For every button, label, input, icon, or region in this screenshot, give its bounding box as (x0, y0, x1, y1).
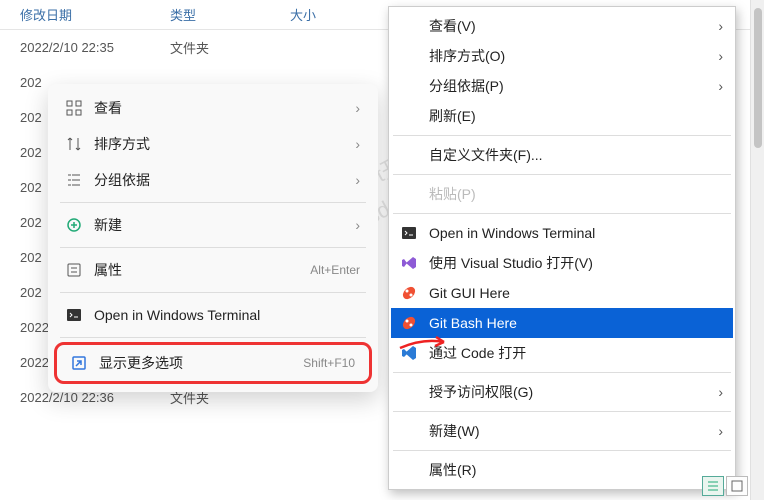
vertical-scrollbar[interactable] (750, 0, 764, 500)
chevron-right-icon: › (355, 136, 360, 152)
separator (393, 213, 731, 214)
menu-open-terminal[interactable]: Open in Windows Terminal (52, 297, 374, 333)
separator (60, 337, 366, 338)
menu-paste: 粘贴(P) (391, 179, 733, 209)
menu-vs-open[interactable]: 使用 Visual Studio 打开(V) (391, 248, 733, 278)
context-menu-classic: 查看(V)› 排序方式(O)› 分组依据(P)› 刷新(E) 自定义文件夹(F)… (388, 6, 736, 490)
menu-show-more[interactable]: 显示更多选项 Shift+F10 (57, 345, 369, 381)
sort-icon (66, 136, 94, 152)
separator (60, 247, 366, 248)
menu-view[interactable]: 查看 › (52, 90, 374, 126)
plus-icon (66, 217, 94, 233)
menu-label: 新建 (94, 215, 355, 235)
menu-properties[interactable]: 属性 Alt+Enter (52, 252, 374, 288)
menu-git-bash[interactable]: Git Bash Here (391, 308, 733, 338)
separator (393, 450, 731, 451)
separator (60, 202, 366, 203)
menu-label: 显示更多选项 (99, 353, 303, 373)
separator (393, 411, 731, 412)
git-icon (401, 285, 429, 301)
separator (393, 135, 731, 136)
chevron-right-icon: › (718, 423, 723, 439)
separator (393, 372, 731, 373)
details-view-button[interactable] (702, 476, 724, 496)
menu-label: 排序方式 (94, 134, 355, 154)
menu-sort[interactable]: 排序方式(O)› (391, 41, 733, 71)
chevron-right-icon: › (718, 384, 723, 400)
chevron-right-icon: › (718, 78, 723, 94)
menu-properties[interactable]: 属性(R) (391, 455, 733, 485)
menu-code-open[interactable]: 通过 Code 打开 (391, 338, 733, 368)
menu-git-gui[interactable]: Git GUI Here (391, 278, 733, 308)
grid-icon (66, 100, 94, 116)
menu-label: 属性 (94, 260, 310, 280)
chevron-right-icon: › (355, 217, 360, 233)
shortcut-hint: Shift+F10 (303, 356, 355, 370)
expand-icon (71, 355, 99, 371)
menu-group[interactable]: 分组依据 › (52, 162, 374, 198)
chevron-right-icon: › (718, 48, 723, 64)
menu-grant-access[interactable]: 授予访问权限(G)› (391, 377, 733, 407)
menu-label: 分组依据 (94, 170, 355, 190)
menu-label: 查看 (94, 98, 355, 118)
menu-new[interactable]: 新建 › (52, 207, 374, 243)
menu-customize-folder[interactable]: 自定义文件夹(F)... (391, 140, 733, 170)
properties-icon (66, 262, 94, 278)
menu-sort[interactable]: 排序方式 › (52, 126, 374, 162)
git-icon (401, 315, 429, 331)
menu-open-terminal[interactable]: Open in Windows Terminal (391, 218, 733, 248)
context-menu-win11: 查看 › 排序方式 › 分组依据 › 新建 › 属性 Alt+Enter Ope… (48, 84, 378, 392)
visual-studio-icon (401, 255, 429, 271)
scrollbar-thumb[interactable] (754, 8, 762, 148)
shortcut-hint: Alt+Enter (310, 263, 360, 277)
terminal-icon (401, 225, 429, 241)
header-type[interactable]: 类型 (170, 5, 290, 24)
separator (393, 174, 731, 175)
menu-new[interactable]: 新建(W)› (391, 416, 733, 446)
header-size[interactable]: 大小 (290, 5, 370, 24)
vscode-icon (401, 345, 429, 361)
chevron-right-icon: › (355, 172, 360, 188)
icons-view-button[interactable] (726, 476, 748, 496)
separator (60, 292, 366, 293)
menu-group[interactable]: 分组依据(P)› (391, 71, 733, 101)
menu-label: Open in Windows Terminal (94, 307, 360, 323)
group-icon (66, 172, 94, 188)
header-date[interactable]: 修改日期 (20, 5, 170, 24)
chevron-right-icon: › (718, 18, 723, 34)
menu-refresh[interactable]: 刷新(E) (391, 101, 733, 131)
highlight-box: 显示更多选项 Shift+F10 (54, 342, 372, 384)
menu-view[interactable]: 查看(V)› (391, 11, 733, 41)
view-mode-buttons (702, 476, 748, 496)
terminal-icon (66, 307, 94, 323)
chevron-right-icon: › (355, 100, 360, 116)
